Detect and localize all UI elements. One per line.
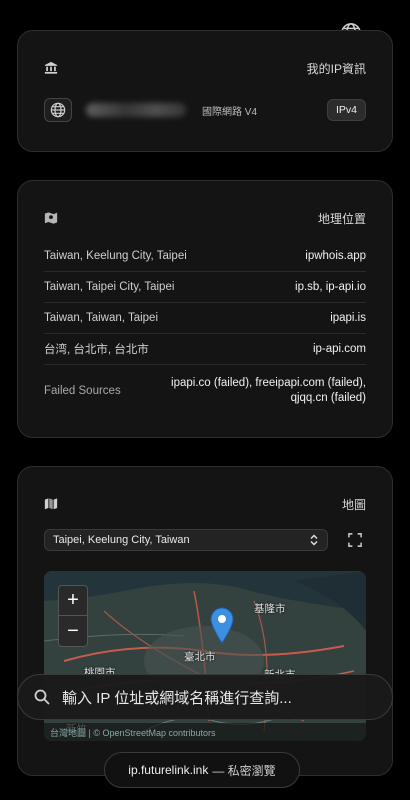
bank-icon — [44, 61, 58, 74]
zoom-in-button[interactable]: + — [59, 586, 87, 616]
failed-sources-label: Failed Sources — [44, 385, 121, 397]
ip-info-card: 我的IP資訊 國際網路 V4 IPv4 — [17, 30, 393, 152]
site-name: ip.futurelink.ink — [128, 763, 209, 777]
map-label-taipei: 臺北市 — [184, 651, 216, 663]
search-icon — [34, 689, 50, 705]
geo-row: Taiwan, Taipei City, Taipei ip.sb, ip-ap… — [44, 272, 366, 303]
geo-source: ip.sb, ip-api.io — [295, 281, 366, 293]
geo-source: ipapi.is — [330, 312, 366, 324]
geo-source: ipwhois.app — [305, 250, 366, 262]
ip-version-badge: IPv4 — [326, 99, 366, 121]
globe-icon — [44, 98, 72, 122]
geo-header: 地理位置 — [44, 207, 366, 229]
geo-location-card: 地理位置 Taiwan, Keelung City, Taipei ipwhoi… — [17, 180, 393, 438]
network-type: 國際網路 V4 — [202, 106, 258, 118]
map-title: 地圖 — [341, 497, 366, 512]
zoom-control: + − — [58, 585, 88, 647]
map-marker-icon — [44, 212, 58, 224]
ip-info-title: 我的IP資訊 — [306, 61, 366, 76]
location-select-value: Taipei, Keelung City, Taiwan — [53, 534, 190, 546]
zoom-out-button[interactable]: − — [59, 616, 87, 646]
location-select[interactable]: Taipei, Keelung City, Taiwan — [44, 529, 328, 551]
map-card: 地圖 Taipei, Keelung City, Taiwan + − 基隆市 … — [17, 466, 393, 776]
footer-tagline: — 私密瀏覽 — [212, 763, 276, 778]
location-pin-icon[interactable] — [210, 607, 234, 645]
ip-info-header: 我的IP資訊 — [44, 57, 366, 79]
ip-address-redacted[interactable] — [86, 103, 186, 117]
footer-pill[interactable]: ip.futurelink.ink — 私密瀏覽 — [104, 752, 300, 788]
fullscreen-icon[interactable] — [348, 533, 362, 547]
geo-row: Taiwan, Keelung City, Taipei ipwhois.app — [44, 241, 366, 272]
ip-address-row: 國際網路 V4 IPv4 — [44, 97, 366, 123]
geo-row: Taiwan, Taiwan, Taipei ipapi.is — [44, 303, 366, 334]
map-attribution[interactable]: 台灣地圖 | © OpenStreetMap contributors — [44, 723, 366, 741]
geo-location: Taiwan, Keelung City, Taipei — [44, 250, 187, 262]
search-bar[interactable]: 輸入 IP 位址或網域名稱進行查詢... — [17, 674, 393, 720]
geo-row-failed: Failed Sources ipapi.co (failed), freeip… — [44, 365, 366, 417]
map-header: 地圖 — [44, 493, 366, 515]
geo-source: ip-api.com — [312, 343, 366, 355]
failed-sources-list: ipapi.co (failed), freeipapi.com (failed… — [171, 377, 366, 404]
map-icon — [44, 498, 58, 510]
search-input[interactable]: 輸入 IP 位址或網域名稱進行查詢... — [62, 687, 292, 708]
chevron-up-down-icon — [310, 534, 318, 546]
geo-location: Taiwan, Taiwan, Taipei — [44, 312, 159, 324]
geo-title: 地理位置 — [317, 211, 366, 226]
geo-location: 台湾, 台北市, 台北市 — [44, 344, 149, 356]
geo-row: 台湾, 台北市, 台北市 ip-api.com — [44, 334, 366, 365]
map-label-keelung: 基隆市 — [254, 603, 286, 615]
geo-table: Taiwan, Keelung City, Taipei ipwhois.app… — [44, 241, 366, 417]
geo-location: Taiwan, Taipei City, Taipei — [44, 281, 175, 293]
